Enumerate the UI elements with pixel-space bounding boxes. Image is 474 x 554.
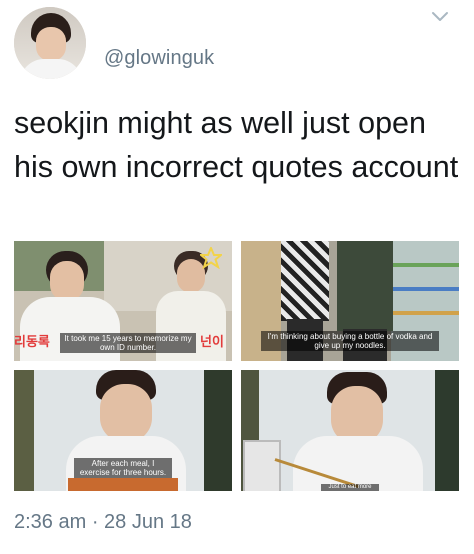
star-icon (200, 247, 222, 269)
media-image-1[interactable]: 리동록 넌이 It took me 15 years to memorize m… (14, 241, 232, 361)
media-image-2[interactable]: I'm thinking about buying a bottle of vo… (241, 241, 459, 361)
media-image-3[interactable]: After each meal, I exercise for three ho… (14, 370, 232, 491)
image-caption: I'm thinking about buying a bottle of vo… (261, 331, 439, 351)
image-caption: Just to eat more (321, 484, 379, 491)
tweet-text: seokjin might as well just open his own … (14, 106, 459, 184)
image-caption: It took me 15 years to memorize my own I… (60, 333, 196, 353)
image-caption: After each meal, I exercise for three ho… (74, 458, 172, 478)
tweet-timestamp[interactable]: 2:36 am · 28 Jun 18 (14, 511, 192, 534)
media-image-4[interactable]: Just to eat more (241, 370, 459, 491)
avatar[interactable] (14, 7, 86, 79)
user-handle[interactable]: @glowinguk (104, 47, 214, 70)
media-grid[interactable]: 리동록 넌이 It took me 15 years to memorize m… (14, 241, 459, 491)
chevron-down-icon[interactable] (431, 10, 449, 24)
